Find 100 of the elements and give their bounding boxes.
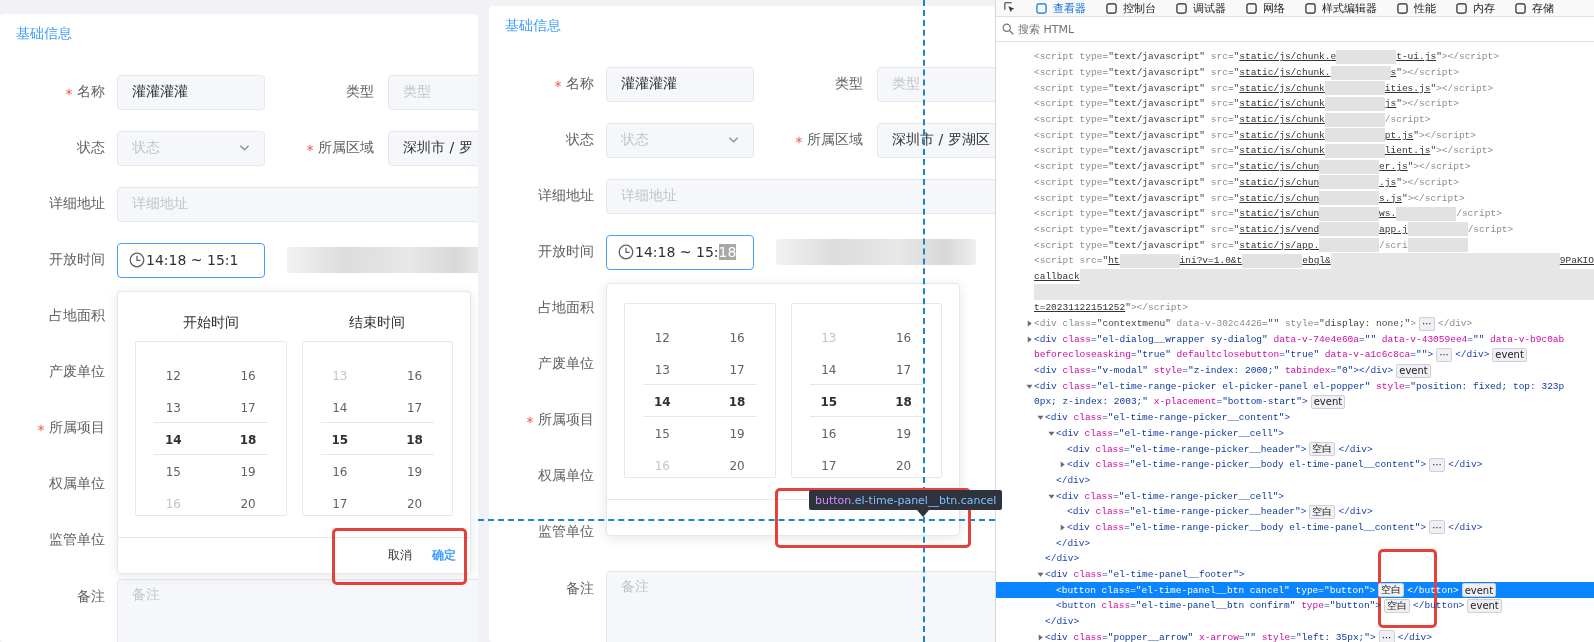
time-option[interactable]: 15 [302, 423, 378, 456]
node-badge[interactable]: ⋯ [1378, 630, 1395, 642]
devtools-tab[interactable]: 样式编辑器 [1305, 0, 1377, 16]
devtools-tab[interactable]: 网络 [1246, 0, 1285, 16]
triangle-down-icon[interactable] [1026, 382, 1033, 390]
devtools-tab[interactable]: 存储 [1515, 0, 1554, 16]
markup-line[interactable]: <div class="el-time-range-picker__cell"> [1048, 488, 1594, 504]
markup-line[interactable]: </div> [1048, 535, 1594, 551]
markup-line[interactable]: <div class="el-time-range-picker__content"> [1037, 409, 1594, 426]
time-option[interactable]: 19 [377, 455, 452, 488]
cursor-icon[interactable] [1004, 2, 1016, 14]
cancel-button[interactable]: 取消 [384, 546, 416, 564]
triangle-right-icon[interactable] [1026, 335, 1033, 343]
markup-line[interactable]: <div class="el-time-range-picker__body el-time-panel__content"> ⋯ </div> [1059, 519, 1594, 536]
time-option[interactable]: 16 [210, 359, 286, 392]
markup-line[interactable]: <div class="el-time-range-picker__body el-time-panel__content"> ⋯ </div> [1059, 456, 1594, 473]
text-field[interactable]: 深圳市 / 罗 [388, 130, 478, 166]
text-field[interactable]: 灌灌灌灌 [606, 66, 754, 102]
time-option[interactable]: 15 [136, 455, 211, 488]
time-option[interactable]: 18 [866, 385, 941, 418]
triangle-right-icon[interactable] [1059, 523, 1066, 531]
markup-line[interactable]: <script src="ht ini?v=1.0&t ebgl& 9PaKIO callback t=20231122151252"></script> [1026, 252, 1594, 316]
markup-line[interactable]: <div class="el-time-range-picker__cell"> [1048, 425, 1594, 442]
time-option[interactable]: 12 [625, 321, 700, 354]
node-badge[interactable]: ⋯ [1429, 457, 1446, 472]
node-badge[interactable]: event [1461, 583, 1497, 598]
triangle-right-icon[interactable] [1037, 633, 1044, 641]
triangle-down-icon[interactable] [1037, 571, 1044, 579]
time-option[interactable]: 17 [302, 487, 378, 515]
node-badge[interactable]: 空白 [1384, 598, 1410, 613]
time-option[interactable]: 20 [210, 487, 286, 515]
time-option[interactable]: 17 [377, 391, 452, 424]
markup-line[interactable]: <div class="el-time-range-picker__header"> 空白 </div> [1059, 441, 1594, 457]
markup-line[interactable]: <script type="text/javascript" src="static/js/app. /scri [1026, 237, 1594, 253]
triangle-down-icon[interactable] [1048, 429, 1055, 437]
time-option[interactable]: 18 [210, 423, 286, 456]
time-option[interactable]: 13 [136, 391, 211, 424]
search-field[interactable]: 搜索 HTML [996, 17, 1594, 42]
markup-line[interactable]: <div class="v-modal" style="z-index: 2000;" tabindex="0"></div> event [1026, 362, 1594, 379]
time-option[interactable]: 17 [210, 391, 286, 424]
markup-line[interactable]: <div class="contextmenu" data-v-302c4426="" style="display: none;"> ⋯ </div> [1026, 315, 1594, 332]
time-option[interactable]: 14 [791, 353, 867, 386]
time-option[interactable]: 20 [866, 449, 941, 477]
markup-line[interactable]: <script type="text/javascript" src="static/js/chunk lient.js"></script> [1026, 143, 1594, 159]
node-badge[interactable]: ⋯ [1436, 347, 1453, 362]
triangle-right-icon[interactable] [1026, 320, 1033, 328]
time-option[interactable]: 14 [625, 385, 700, 418]
triangle-right-icon[interactable] [1059, 461, 1066, 469]
markup-line[interactable]: <div class="el-time-range-picker el-picker-panel el-popper" style="position: fixed; top: 323p 0px; z-index: 2003;" x-placement="bottom-start"> event [1026, 378, 1594, 410]
markup-line[interactable]: <script type="text/javascript" src="static/js/vend app.j /script> [1026, 221, 1594, 238]
text-field[interactable]: 灌灌灌灌 [117, 74, 265, 110]
markup-line[interactable]: <script type="text/javascript" src="static/js/chunk js"></script> [1026, 96, 1594, 112]
markup-line[interactable]: </div> [1037, 613, 1594, 630]
time-option[interactable]: 16 [377, 359, 452, 392]
markup-line[interactable]: <script type="text/javascript" src="static/js/chun s.js"></script> [1026, 190, 1594, 206]
devtools-tab[interactable]: 调试器 [1176, 0, 1226, 16]
time-option[interactable]: 19 [699, 417, 775, 450]
node-badge[interactable]: ⋯ [1419, 316, 1436, 331]
markup-line[interactable]: <script type="text/javascript" src="static/js/chun er.js"></script> [1026, 158, 1594, 175]
markup-line[interactable]: <div class="popper__arrow" x-arrow="" style="left: 35px;"> ⋯ </div> [1037, 629, 1594, 642]
markup-line[interactable]: <script type="text/javascript" src="static/js/chun .js"></script> [1026, 174, 1594, 191]
time-option[interactable]: 17 [791, 449, 867, 477]
time-option[interactable]: 14 [136, 423, 211, 456]
node-badge[interactable]: event [1492, 347, 1527, 362]
triangle-down-icon[interactable] [1037, 414, 1044, 422]
markup-line[interactable]: <script type="text/javascript" src="static/js/chun ws. /script> [1026, 205, 1594, 222]
time-option[interactable]: 20 [699, 449, 775, 477]
markup-line[interactable]: <script type="text/javascript" src="static/js/chunk ities.js"></script> [1026, 80, 1594, 97]
node-badge[interactable]: event [1467, 598, 1502, 613]
time-option[interactable]: 16 [302, 455, 378, 488]
time-option[interactable]: 16 [699, 321, 775, 354]
time-range-field[interactable]: 14:18 ~ 15:18 [606, 234, 754, 270]
time-option[interactable]: 14 [302, 391, 378, 424]
devtools-tab[interactable]: 内存 [1456, 0, 1495, 16]
triangle-down-icon[interactable] [1048, 492, 1055, 500]
time-option[interactable]: 17 [699, 353, 775, 386]
markup-line[interactable]: </div> [1037, 551, 1594, 567]
markup-line[interactable]: <script type="text/javascript" src="static/js/chunk.e t-ui.js"></script> [1026, 49, 1594, 65]
time-range-field[interactable]: 14:18 ~ 15:1 [117, 242, 265, 278]
time-option[interactable]: 19 [866, 417, 941, 450]
node-badge[interactable]: 空白 [1309, 504, 1336, 519]
time-option[interactable]: 15 [625, 417, 700, 450]
text-field[interactable]: 深圳市 / 罗湖区 [877, 122, 995, 158]
time-option[interactable]: 18 [699, 385, 775, 418]
devtools-tab[interactable]: 性能 [1397, 0, 1436, 16]
markup-line[interactable]: <script type="text/javascript" src="static/js/chunk /script> [1026, 111, 1594, 128]
time-option[interactable]: 15 [791, 385, 867, 418]
time-option[interactable]: 18 [377, 423, 452, 456]
time-option[interactable]: 16 [866, 321, 941, 354]
time-option[interactable]: 16 [791, 417, 867, 450]
node-badge[interactable]: 空白 [1378, 583, 1405, 598]
markup-line[interactable]: <div class="el-time-panel__footer"> [1037, 566, 1594, 583]
devtools-tab[interactable]: 查看器 [1036, 0, 1086, 16]
node-badge[interactable]: 空白 [1309, 442, 1336, 457]
markup-line[interactable]: </div> [1048, 472, 1594, 489]
time-option[interactable]: 13 [625, 353, 700, 386]
node-badge[interactable]: ⋯ [1429, 520, 1446, 535]
time-option[interactable]: 17 [866, 353, 941, 386]
markup-line[interactable]: <div class="el-time-range-picker__header"> 空白 </div> [1059, 503, 1594, 520]
markup-line[interactable]: <script type="text/javascript" src="static/js/chunk. s"></script> [1026, 64, 1594, 81]
